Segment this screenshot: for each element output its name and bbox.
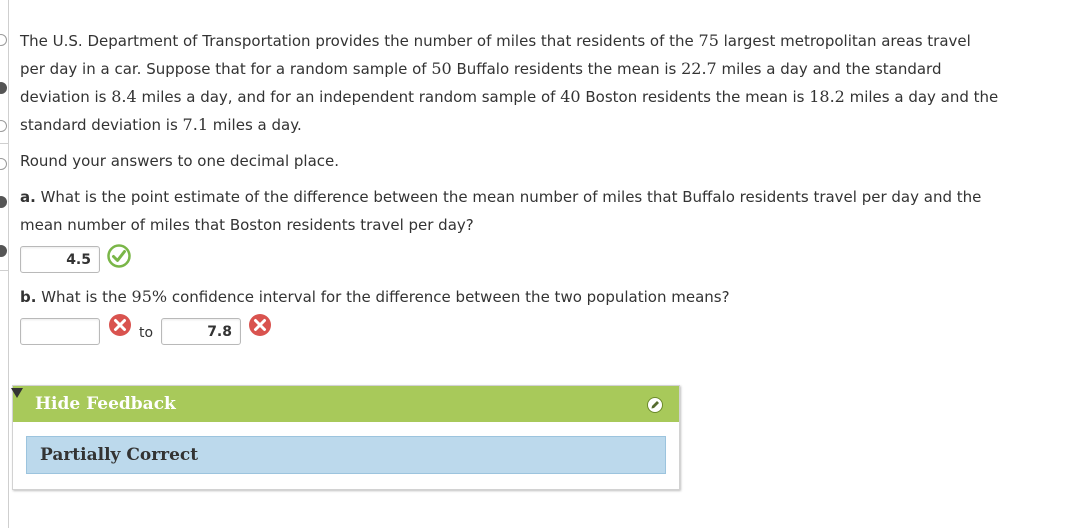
part-label: a. [20,188,36,206]
text: miles a day. [208,116,302,134]
part-b-lower-bound-input[interactable] [20,318,100,345]
value: 50 [431,59,452,78]
text: What is the [36,288,132,306]
rail-marker [0,158,7,170]
text: Buffalo residents the mean is [451,60,682,78]
text: deviation is [20,88,112,106]
text: miles a day and the [844,88,999,106]
text: miles a day and the standard [716,60,942,78]
text: Boston residents the mean is [580,88,810,106]
rail-marker [0,34,7,46]
rail-divider [0,143,8,144]
status-box: Partially Correct [26,436,666,474]
part-b-prompt: b. What is the 95% confidence interval f… [20,283,730,311]
text: mean number of miles that Boston residen… [20,216,474,234]
status-text: Partially Correct [40,445,199,465]
hide-feedback-toggle[interactable]: Hide Feedback [35,394,176,414]
left-rail [0,0,9,528]
text: standard deviation is [20,116,183,134]
check-icon [107,244,131,268]
feedback-panel: Hide Feedback Partially Correct [11,385,680,490]
question-content: The U.S. Department of Transportation pr… [20,27,1080,239]
rail-marker [0,196,7,208]
part-a-answer-input[interactable]: 4.5 [20,246,100,273]
value: 7.1 [182,115,208,134]
to-label: to [139,325,154,341]
part-label: b. [20,288,37,306]
value: 22.7 [681,59,717,78]
collapse-arrow-icon[interactable] [11,388,23,398]
rail-marker [0,120,7,132]
value: 8.4 [111,87,137,106]
x-icon [249,314,271,336]
value: 75 [698,31,719,50]
rail-marker [0,82,7,94]
value: 95% [131,287,168,306]
pencil-icon[interactable] [647,397,663,413]
x-icon [109,314,131,336]
text: confidence interval for the difference b… [167,288,730,306]
rail-divider [0,270,8,271]
problem-statement: The U.S. Department of Transportation pr… [20,27,1080,139]
text: largest metropolitan areas travel [718,32,971,50]
part-b-upper-bound-input[interactable]: 7.8 [161,318,241,345]
value: 40 [560,87,581,106]
rounding-instruction: Round your answers to one decimal place. [20,152,340,170]
text: miles a day, and for an independent rand… [136,88,561,106]
part-a-prompt: a. What is the point estimate of the dif… [20,183,1080,239]
rail-marker [0,245,7,257]
feedback-header[interactable]: Hide Feedback [11,386,679,422]
text: per day in a car. Suppose that for a ran… [20,60,432,78]
text: What is the point estimate of the differ… [35,188,982,206]
text: The U.S. Department of Transportation pr… [20,32,699,50]
value: 18.2 [809,87,845,106]
